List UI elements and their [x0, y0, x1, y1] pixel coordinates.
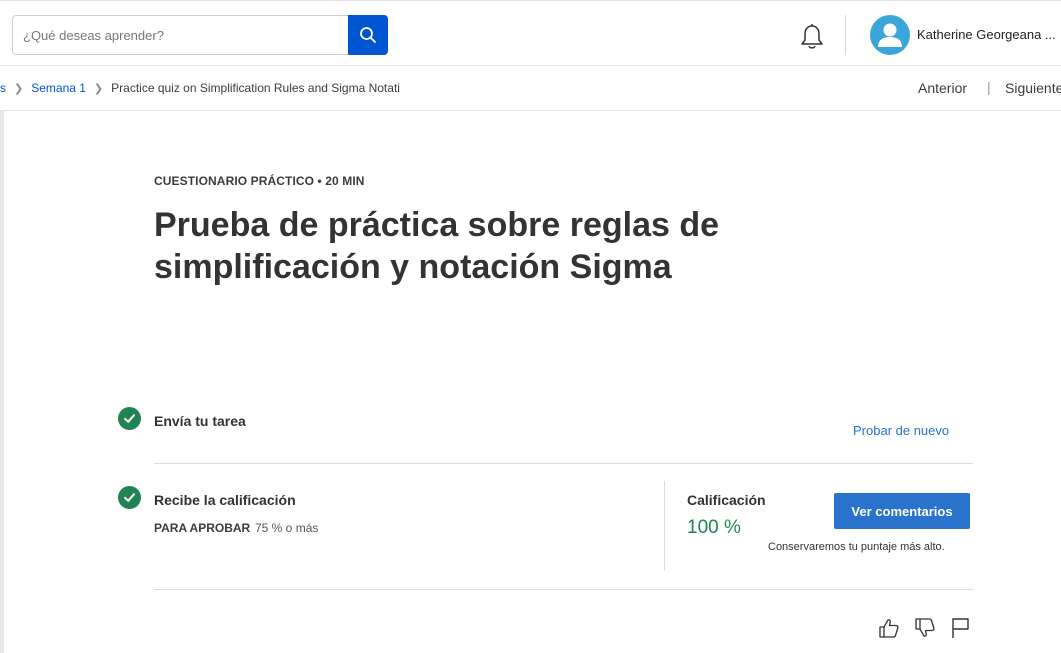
nav-separator: |: [987, 79, 991, 95]
thumbs-down-icon[interactable]: [914, 617, 936, 639]
bell-icon[interactable]: [799, 23, 825, 51]
submit-step-title: Envía tu tarea: [154, 413, 246, 429]
divider: [154, 463, 973, 464]
top-header: Katherine Georgeana ...: [0, 0, 1061, 66]
grade-value: 100 %: [687, 517, 741, 538]
flag-icon[interactable]: [950, 617, 972, 639]
next-link[interactable]: Siguiente: [1005, 80, 1061, 96]
avatar-person-icon: [878, 23, 902, 47]
search-bar: [12, 15, 388, 55]
check-icon: [118, 486, 141, 509]
divider: [154, 589, 973, 590]
search-icon: [360, 27, 376, 43]
item-type-label: CUESTIONARIO PRÁCTICO • 20 MIN: [154, 174, 365, 188]
breadcrumb-item[interactable]: s: [0, 81, 6, 95]
check-icon: [118, 407, 141, 430]
pass-label: PARA APROBAR: [154, 521, 251, 535]
search-input[interactable]: [12, 15, 349, 55]
avatar[interactable]: [870, 15, 910, 55]
breadcrumb: s ❯ Semana 1 ❯ Practice quiz on Simplifi…: [0, 81, 400, 95]
breadcrumb-current: Practice quiz on Simplification Rules an…: [111, 81, 400, 95]
pass-value: 75 % o más: [255, 521, 319, 535]
user-name[interactable]: Katherine Georgeana ...: [917, 27, 1056, 42]
vertical-divider: [664, 481, 665, 571]
search-button[interactable]: [348, 15, 388, 55]
header-divider: [845, 15, 846, 55]
chevron-right-icon: ❯: [93, 82, 104, 95]
thumbs-up-icon[interactable]: [878, 617, 900, 639]
breadcrumb-bar: s ❯ Semana 1 ❯ Practice quiz on Simplifi…: [0, 66, 1061, 111]
breadcrumb-item-week[interactable]: Semana 1: [31, 81, 86, 95]
try-again-link[interactable]: Probar de nuevo: [853, 423, 949, 438]
chevron-right-icon: ❯: [14, 82, 24, 95]
grade-label: Calificación: [687, 492, 766, 508]
score-note: Conservaremos tu puntaje más alto.: [768, 541, 945, 553]
grade-step-title: Recibe la calificación: [154, 492, 296, 508]
sidebar-edge: [0, 111, 4, 653]
page-title: Prueba de práctica sobre reglas de simpl…: [154, 206, 720, 286]
view-feedback-button[interactable]: Ver comentarios: [834, 493, 970, 529]
previous-link[interactable]: Anterior: [918, 80, 967, 96]
